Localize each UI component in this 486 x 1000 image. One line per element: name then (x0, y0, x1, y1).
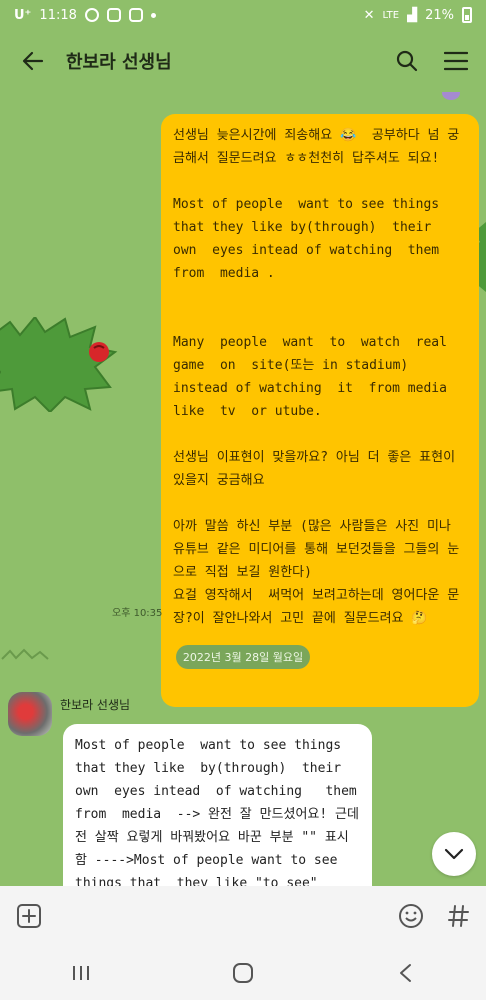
home-icon (233, 963, 253, 983)
more-notifications-icon (150, 12, 156, 18)
chat-area[interactable]: 선생님 늦은시간에 죄송해요 😂 공부하다 넘 궁금해서 질문드려요 ㅎㅎ천천히… (0, 92, 486, 892)
hash-icon[interactable] (448, 904, 470, 928)
network-type: LTE (382, 9, 400, 21)
sender-name: 한보라 선생님 (60, 698, 131, 712)
chevron-down-icon (444, 848, 464, 860)
search-icon[interactable] (396, 50, 418, 72)
instagram-icon (106, 8, 121, 22)
profile-emoji-icon (442, 92, 460, 100)
status-bar: U⁺ 11:18 ✕ LTE ▟ 21% (0, 0, 486, 30)
carrier-label: U⁺ (14, 7, 32, 23)
outgoing-message-bubble[interactable]: 선생님 늦은시간에 죄송해요 😂 공부하다 넘 궁금해서 질문드려요 ㅎㅎ천천히… (161, 114, 479, 707)
grass-decoration-icon (1, 648, 49, 660)
incoming-message-bubble[interactable]: Most of people want to see things that t… (63, 724, 372, 892)
input-bar (0, 886, 486, 946)
recent-apps-icon (73, 966, 89, 980)
instagram-icon-2 (128, 8, 143, 22)
nav-back-button[interactable] (385, 953, 425, 993)
emoji-icon[interactable] (398, 903, 424, 929)
chat-header: 한보라 선생님 (0, 30, 486, 92)
apple-decoration-icon (89, 342, 109, 362)
signal-icon: ▟ (407, 7, 418, 23)
mute-icon: ✕ (363, 7, 375, 23)
talk-notification-icon (84, 8, 99, 22)
date-divider: 2022년 3월 28일 월요일 (176, 645, 310, 669)
chat-title: 한보라 선생님 (66, 52, 172, 73)
home-button[interactable] (223, 953, 263, 993)
message-input[interactable] (56, 898, 384, 934)
status-time: 11:18 (39, 7, 77, 23)
battery-icon (462, 7, 472, 23)
arrow-left-icon (22, 51, 44, 71)
menu-icon[interactable] (444, 51, 468, 71)
plus-square-icon[interactable] (16, 903, 42, 929)
leaf-decoration-icon (0, 317, 118, 412)
nav-back-icon (400, 964, 411, 982)
system-nav-bar (0, 946, 486, 1000)
battery-percent: 21% (425, 7, 454, 23)
scroll-down-button[interactable] (432, 832, 476, 876)
back-button[interactable] (18, 46, 48, 76)
avatar[interactable] (8, 692, 52, 736)
message-time: 오후 10:35 (112, 608, 163, 619)
recent-apps-button[interactable] (61, 953, 101, 993)
